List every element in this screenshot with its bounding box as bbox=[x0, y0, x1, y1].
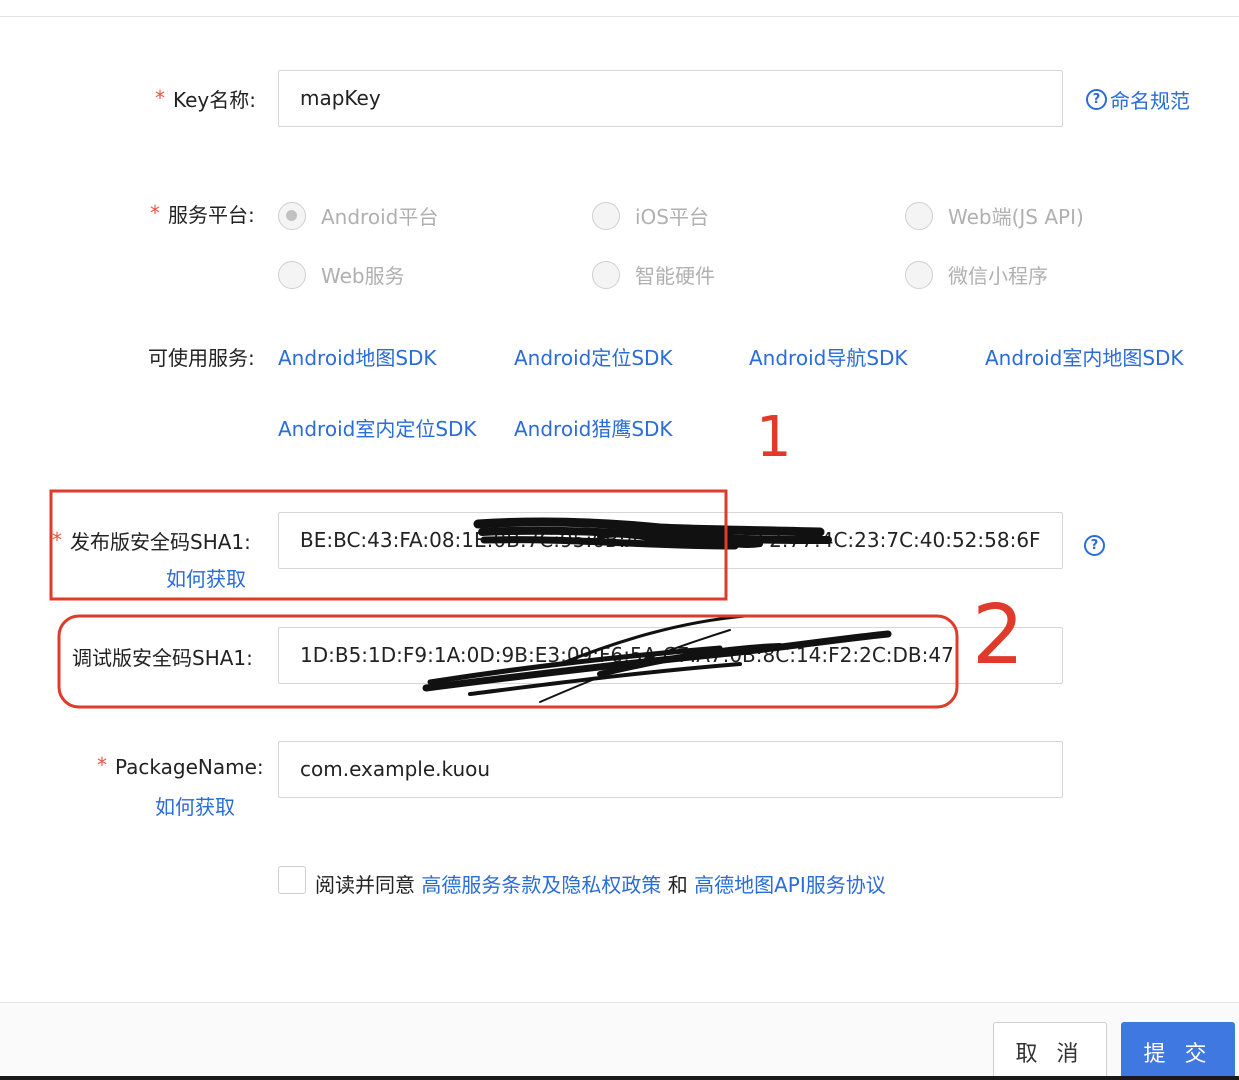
required-asterisk: * bbox=[155, 86, 165, 110]
key-name-label-text: Key名称: bbox=[173, 88, 256, 112]
agreement-joiner: 和 bbox=[667, 873, 688, 897]
platform-label-text: 服务平台: bbox=[168, 203, 255, 227]
platform-option-wechat-miniprogram[interactable]: 微信小程序 bbox=[905, 260, 1048, 289]
question-circle-icon: ? bbox=[1084, 535, 1105, 556]
submit-button[interactable]: 提 交 bbox=[1121, 1022, 1235, 1080]
package-name-value: com.example.kuou bbox=[300, 757, 491, 781]
question-circle-icon: ? bbox=[1086, 89, 1107, 110]
agreement-checkbox[interactable] bbox=[278, 866, 306, 894]
platform-option-label: 微信小程序 bbox=[948, 264, 1048, 288]
radio-icon bbox=[592, 201, 620, 230]
radio-checked-icon bbox=[278, 201, 306, 230]
platform-option-label: Android平台 bbox=[321, 205, 439, 229]
service-link-indoor-location-sdk[interactable]: Android室内定位SDK bbox=[278, 413, 477, 442]
release-sha1-label: * 发布版安全码SHA1: bbox=[52, 526, 251, 555]
service-link-indoor-map-sdk[interactable]: Android室内地图SDK bbox=[985, 342, 1184, 371]
service-link-navigation-sdk[interactable]: Android导航SDK bbox=[749, 342, 908, 371]
api-service-agreement-link[interactable]: 高德地图API服务协议 bbox=[694, 873, 886, 897]
agreement-prefix: 阅读并同意 bbox=[315, 873, 415, 897]
release-sha1-input[interactable]: BE:BC:43:FA:08:1E:0B:7C:95:6B:A1:3D:9E:E… bbox=[278, 512, 1063, 569]
radio-icon bbox=[905, 201, 933, 230]
footer-divider bbox=[0, 1002, 1239, 1003]
platform-option-web-js[interactable]: Web端(JS API) bbox=[905, 201, 1084, 230]
required-asterisk: * bbox=[52, 528, 62, 552]
package-name-label: * PackageName: bbox=[97, 753, 264, 779]
release-sha1-value: BE:BC:43:FA:08:1E:0B:7C:95:6B:A1:3D:9E:E… bbox=[300, 528, 1041, 552]
debug-sha1-label: 调试版安全码SHA1: bbox=[72, 646, 253, 670]
agreement-text: 阅读并同意 高德服务条款及隐私权政策 和 高德地图API服务协议 bbox=[315, 869, 886, 898]
platform-option-ios[interactable]: iOS平台 bbox=[592, 201, 709, 230]
release-sha1-label-text: 发布版安全码SHA1: bbox=[70, 530, 251, 554]
required-asterisk: * bbox=[150, 201, 160, 225]
debug-sha1-input[interactable]: 1D:B5:1D:F9:1A:0D:9B:E3:09:F6:5A:C7:A7:0… bbox=[278, 627, 1063, 684]
naming-rules-text: 命名规范 bbox=[1110, 89, 1190, 113]
terms-privacy-link[interactable]: 高德服务条款及隐私权政策 bbox=[421, 873, 661, 897]
service-link-map-sdk[interactable]: Android地图SDK bbox=[278, 342, 437, 371]
platform-option-web-service[interactable]: Web服务 bbox=[278, 260, 405, 289]
required-asterisk: * bbox=[97, 753, 107, 777]
platform-option-android[interactable]: Android平台 bbox=[278, 201, 438, 230]
platform-option-label: iOS平台 bbox=[635, 205, 709, 229]
package-name-how-to-link[interactable]: 如何获取 bbox=[155, 791, 235, 820]
key-name-label: * Key名称: bbox=[155, 84, 256, 113]
debug-sha1-value: 1D:B5:1D:F9:1A:0D:9B:E3:09:F6:5A:C7:A7:0… bbox=[300, 643, 954, 667]
platform-option-smart-hardware[interactable]: 智能硬件 bbox=[592, 260, 715, 289]
radio-icon bbox=[278, 260, 306, 289]
annotation-mark-1: 1 bbox=[756, 405, 792, 470]
screen-bottom-edge bbox=[0, 1076, 1239, 1080]
key-name-input[interactable]: mapKey bbox=[278, 70, 1063, 127]
top-divider bbox=[0, 16, 1239, 17]
cancel-button[interactable]: 取 消 bbox=[993, 1022, 1107, 1080]
release-sha1-how-to-link[interactable]: 如何获取 bbox=[166, 563, 246, 592]
platform-label: * 服务平台: bbox=[150, 199, 255, 228]
platform-option-label: Web服务 bbox=[321, 264, 405, 288]
platform-option-label: 智能硬件 bbox=[635, 264, 715, 288]
radio-icon bbox=[592, 260, 620, 289]
service-link-falcon-sdk[interactable]: Android猎鹰SDK bbox=[514, 413, 673, 442]
service-link-location-sdk[interactable]: Android定位SDK bbox=[514, 342, 673, 371]
key-name-value: mapKey bbox=[300, 86, 381, 110]
package-name-input[interactable]: com.example.kuou bbox=[278, 741, 1063, 798]
radio-icon bbox=[905, 260, 933, 289]
naming-rules-link[interactable]: ? 命名规范 bbox=[1086, 85, 1190, 114]
platform-option-label: Web端(JS API) bbox=[948, 205, 1084, 229]
release-sha1-help[interactable]: ? bbox=[1084, 530, 1105, 556]
services-label: 可使用服务: bbox=[148, 346, 255, 370]
package-name-label-text: PackageName: bbox=[115, 755, 264, 779]
